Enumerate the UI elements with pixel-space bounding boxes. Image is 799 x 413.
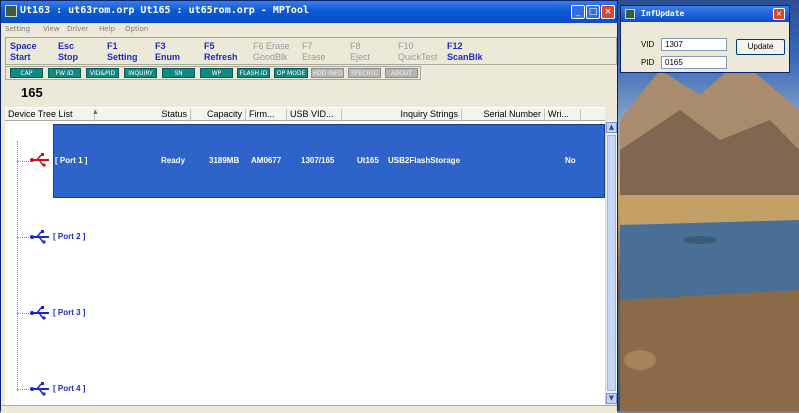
vertical-scrollbar[interactable]: ▲ ▼	[605, 121, 617, 405]
title-bar[interactable]: Ut163 : ut63rom.orp Ut165 : ut65rom.orp …	[1, 1, 617, 23]
usb-icon	[30, 306, 49, 320]
tree-branch	[17, 237, 31, 238]
about-button[interactable]: ABOUT	[385, 68, 418, 78]
specific-button[interactable]: SPECIFIC	[348, 68, 381, 78]
start-button[interactable]: Space Start	[10, 41, 37, 63]
mptool-window: Ut163 : ut63rom.orp Ut165 : ut65rom.orp …	[0, 0, 618, 413]
setting-button[interactable]: F1 Setting	[107, 41, 138, 63]
usb-connected-icon	[30, 153, 50, 167]
cell-status: Ready	[161, 156, 186, 165]
app-icon	[625, 9, 635, 19]
device-list: [ Port 1 ] Ready 3189MB AM0677 1307/165 …	[5, 121, 605, 405]
hdd-info-button[interactable]: HDD INFO	[311, 68, 344, 78]
stop-button[interactable]: Esc Stop	[58, 41, 78, 63]
col-device-tree[interactable]: Device Tree List	[5, 109, 95, 121]
cap-button[interactable]: CAP	[10, 68, 43, 78]
op-mode-button[interactable]: OP MODE	[274, 68, 308, 78]
sort-arrow-icon: ▲	[92, 109, 99, 116]
cell-inquiry-vendor: Ut165	[357, 156, 379, 165]
status-bar	[1, 405, 617, 413]
tree-branch	[17, 389, 31, 390]
device-count: 165	[21, 85, 43, 100]
update-button[interactable]: Update	[736, 39, 785, 55]
vid-pid-button[interactable]: VID&PID	[86, 68, 119, 78]
scroll-up-button[interactable]: ▲	[606, 122, 617, 133]
menu-view[interactable]: View	[43, 25, 60, 33]
sn-button[interactable]: SN	[162, 68, 195, 78]
menu-setting[interactable]: Setting	[5, 25, 30, 33]
col-usb-vid[interactable]: USB VID...	[287, 109, 342, 121]
tree-branch	[17, 313, 31, 314]
enum-button[interactable]: F3 Enum	[155, 41, 180, 63]
scanblk-button[interactable]: F12 ScanBlk	[447, 41, 483, 63]
vid-label: VID	[641, 40, 655, 49]
hotkey-bar: Space Start Esc Stop F1 Setting F3 Enum F5 Re…	[5, 37, 617, 65]
maximize-button[interactable]: □	[586, 5, 600, 19]
menu-driver[interactable]: Driver	[67, 25, 89, 33]
info-toolbar: CAP FW ID VID&PID INQUIRY SN WP FLASH ID…	[5, 66, 421, 80]
scroll-down-button[interactable]: ▼	[606, 393, 617, 404]
window-title: Ut163 : ut63rom.orp Ut165 : ut65rom.orp …	[20, 5, 309, 16]
quicktest-button[interactable]: F10 QuickTest	[398, 41, 438, 63]
cell-inquiry-product: USB2FlashStorage	[388, 156, 461, 165]
close-button[interactable]: ×	[601, 5, 615, 19]
col-firmware[interactable]: Firm...	[246, 109, 287, 121]
usb-icon	[30, 382, 49, 396]
port-label[interactable]: [ Port 4 ]	[53, 384, 85, 393]
cell-capacity: 3189MB	[209, 156, 240, 165]
eject-button[interactable]: F8 Eject	[350, 41, 370, 63]
wp-button[interactable]: WP	[200, 68, 233, 78]
col-serial[interactable]: Serial Number	[462, 109, 545, 121]
flash-id-button[interactable]: FLASH ID	[237, 68, 270, 78]
tree-connector	[17, 141, 18, 391]
erase-button[interactable]: F7 Erase	[302, 41, 326, 63]
dialog-close-button[interactable]: ×	[773, 8, 785, 20]
port-label[interactable]: [ Port 3 ]	[53, 308, 85, 317]
tree-branch	[17, 161, 31, 162]
cell-vidpid: 1307/165	[301, 156, 335, 165]
pid-field[interactable]: 0165	[661, 56, 727, 69]
pid-label: PID	[641, 58, 655, 67]
col-inquiry[interactable]: Inquiry Strings	[342, 109, 462, 121]
inquiry-button[interactable]: INQUIRY	[124, 68, 157, 78]
col-status[interactable]: Status	[107, 109, 191, 121]
col-capacity[interactable]: Capacity	[191, 109, 246, 121]
infupdate-dialog: InfUpdate × VID 1307 PID 0165 Update	[620, 5, 790, 73]
dialog-title: InfUpdate	[641, 9, 685, 18]
menu-help[interactable]: Help	[99, 25, 115, 33]
port-label[interactable]: [ Port 2 ]	[53, 232, 85, 241]
column-header: Device Tree List ▲ Status Capacity Firm.…	[5, 107, 605, 121]
usb-icon	[30, 230, 49, 244]
menu-option[interactable]: Option	[125, 25, 148, 33]
scroll-thumb[interactable]	[607, 135, 616, 391]
cell-write-protect: No	[565, 156, 576, 165]
fw-id-button[interactable]: FW ID	[48, 68, 81, 78]
port-label[interactable]: [ Port 1 ]	[55, 156, 87, 165]
erase-goodblk-button[interactable]: F6 Erase GoodBlk	[253, 41, 290, 63]
app-icon	[5, 5, 17, 17]
dialog-title-bar[interactable]: InfUpdate ×	[621, 6, 789, 22]
minimize-button[interactable]: _	[571, 5, 585, 19]
vid-field[interactable]: 1307	[661, 38, 727, 51]
refresh-button[interactable]: F5 Refresh	[204, 41, 238, 63]
menu-bar: Setting View Driver Help Option	[1, 23, 617, 36]
col-write[interactable]: Wri...	[545, 109, 581, 121]
device-count-panel: 165	[5, 81, 617, 105]
cell-firmware: AM0677	[251, 156, 282, 165]
